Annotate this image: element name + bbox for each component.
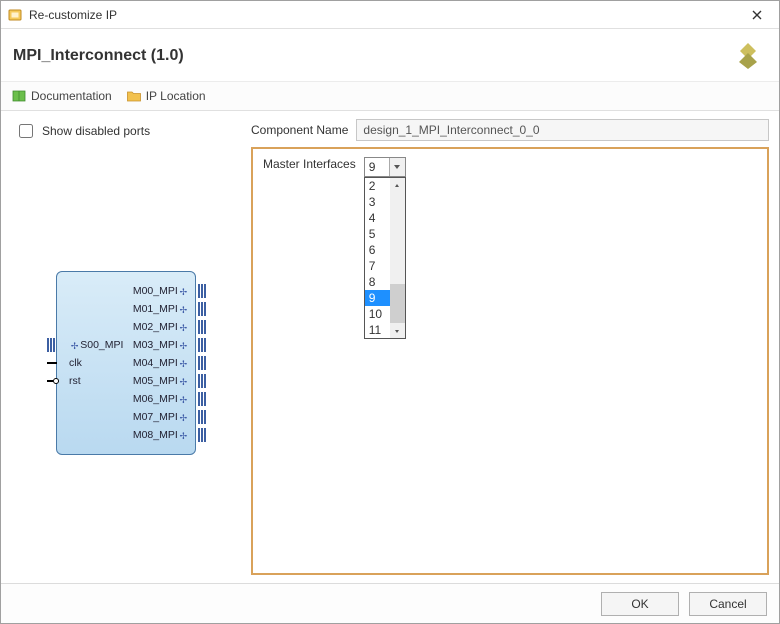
master-port: M08_MPI✢ (57, 426, 195, 444)
window-title: Re-customize IP (29, 8, 117, 22)
clk-port: clk (63, 354, 123, 372)
combo-value: 9 (365, 160, 389, 174)
bus-icon (198, 374, 206, 388)
slave-port: ✢S00_MPI (63, 336, 123, 354)
dropdown-scrollbar[interactable] (390, 178, 405, 338)
dropdown-option[interactable]: 8 (365, 274, 390, 290)
dropdown-option[interactable]: 3 (365, 194, 390, 210)
clk-line-icon (47, 362, 57, 364)
ok-button-label: OK (631, 597, 648, 611)
combo-box[interactable]: 9 (364, 157, 406, 177)
port-label: clk (69, 357, 82, 369)
toolbar: Documentation IP Location (1, 82, 779, 111)
rst-inverter-icon (53, 378, 59, 384)
bus-icon (198, 356, 206, 370)
dropdown-option[interactable]: 7 (365, 258, 390, 274)
dropdown-option-selected[interactable]: 9 (365, 290, 390, 306)
ok-button[interactable]: OK (601, 592, 679, 616)
scrollbar-track[interactable] (390, 193, 405, 323)
bus-icon (198, 320, 206, 334)
port-label: rst (69, 375, 81, 387)
master-interfaces-dropdown[interactable]: 2 3 4 5 6 7 8 9 10 11 (364, 177, 406, 339)
port-label: M08_MPI (133, 429, 178, 441)
dropdown-option[interactable]: 11 (365, 322, 390, 338)
documentation-label: Documentation (31, 89, 112, 103)
folder-icon (126, 88, 142, 104)
documentation-icon (11, 88, 27, 104)
master-interfaces-row: Master Interfaces 9 2 3 4 (263, 157, 757, 177)
port-label: M07_MPI (133, 411, 178, 423)
ip-name-heading: MPI_Interconnect (1.0) (13, 47, 733, 65)
close-icon (752, 7, 762, 23)
cancel-button[interactable]: Cancel (689, 592, 767, 616)
bus-icon (47, 338, 55, 352)
bus-icon (198, 302, 206, 316)
slave-port-list: ✢S00_MPI clk rst (63, 282, 123, 390)
dropdown-list: 2 3 4 5 6 7 8 9 10 11 (365, 178, 390, 338)
bus-icon (198, 428, 206, 442)
dialog-header: MPI_Interconnect (1.0) (1, 29, 779, 82)
preview-pane: Show disabled ports M00_MPI✢ M01_MPI✢ M0… (11, 119, 241, 575)
window-ip-icon (7, 7, 23, 23)
show-disabled-ports-label: Show disabled ports (42, 124, 150, 138)
left-port-stubs (47, 328, 59, 390)
component-name-label: Component Name (251, 123, 348, 137)
dropdown-option[interactable]: 2 (365, 178, 390, 194)
show-disabled-ports-checkbox[interactable]: Show disabled ports (11, 119, 241, 151)
component-name-row: Component Name (251, 119, 769, 141)
bus-icon (198, 338, 206, 352)
scrollbar-thumb[interactable] (390, 193, 405, 284)
config-pane: Component Name Master Interfaces 9 (251, 119, 769, 575)
ip-location-label: IP Location (146, 89, 206, 103)
scroll-up-icon[interactable] (390, 178, 405, 193)
bus-icon (198, 284, 206, 298)
right-port-stubs (198, 282, 206, 444)
documentation-link[interactable]: Documentation (7, 86, 116, 106)
show-disabled-ports-input[interactable] (19, 124, 33, 138)
config-panel: Master Interfaces 9 2 3 4 (251, 147, 769, 575)
port-label: M05_MPI (133, 375, 178, 387)
dialog-body: Show disabled ports M00_MPI✢ M01_MPI✢ M0… (1, 111, 779, 583)
ip-block: M00_MPI✢ M01_MPI✢ M02_MPI✢ M03_MPI✢ M04_… (56, 271, 196, 455)
port-label: M02_MPI (133, 321, 178, 333)
component-name-field[interactable] (356, 119, 769, 141)
port-label: M01_MPI (133, 303, 178, 315)
dropdown-option[interactable]: 6 (365, 242, 390, 258)
master-interfaces-combo[interactable]: 9 2 3 4 5 6 7 (364, 157, 406, 177)
rst-port: rst (63, 372, 123, 390)
master-port: M06_MPI✢ (57, 390, 195, 408)
scroll-down-icon[interactable] (390, 323, 405, 338)
port-label: M03_MPI (133, 339, 178, 351)
port-label: M06_MPI (133, 393, 178, 405)
recustomize-ip-window: Re-customize IP MPI_Interconnect (1.0) D… (0, 0, 780, 624)
dialog-footer: OK Cancel (1, 583, 779, 623)
master-interfaces-label: Master Interfaces (263, 157, 356, 171)
port-label: M00_MPI (133, 285, 178, 297)
dropdown-option[interactable]: 4 (365, 210, 390, 226)
titlebar: Re-customize IP (1, 1, 779, 29)
ip-location-link[interactable]: IP Location (122, 86, 210, 106)
vendor-logo-icon (733, 41, 763, 71)
dropdown-option[interactable]: 5 (365, 226, 390, 242)
cancel-button-label: Cancel (709, 597, 746, 611)
bus-icon (198, 410, 206, 424)
bus-icon (198, 392, 206, 406)
dropdown-option[interactable]: 10 (365, 306, 390, 322)
port-label: S00_MPI (80, 339, 123, 351)
chevron-down-icon[interactable] (389, 158, 405, 176)
master-port: M07_MPI✢ (57, 408, 195, 426)
port-label: M04_MPI (133, 357, 178, 369)
ip-diagram: M00_MPI✢ M01_MPI✢ M02_MPI✢ M03_MPI✢ M04_… (11, 151, 241, 575)
window-close-button[interactable] (735, 1, 779, 29)
